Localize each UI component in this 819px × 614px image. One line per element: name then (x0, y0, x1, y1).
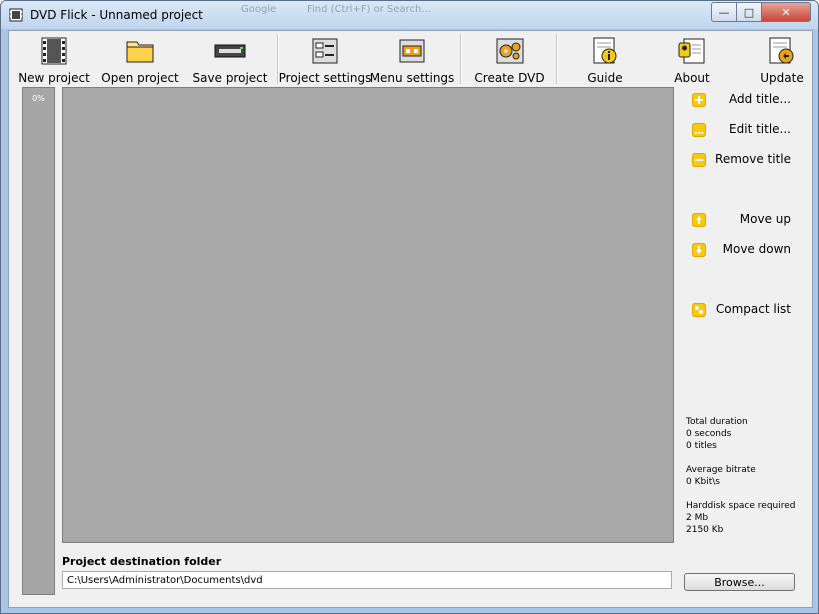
total-duration-label: Total duration (686, 417, 748, 427)
edit-title-button[interactable]: Edit title... (686, 120, 791, 140)
menu-icon (399, 39, 425, 63)
toolbar-separator (460, 34, 462, 84)
save-icon (214, 44, 246, 58)
compact-list-icon (692, 303, 706, 317)
folder-icon (126, 41, 154, 63)
ghost-taskbar-item: Find (Ctrl+F) or Search... (307, 4, 431, 15)
window-title: DVD Flick - Unnamed project (30, 8, 203, 22)
toolbar: New project Open project Save project Pr… (9, 31, 812, 86)
create-dvd-button[interactable]: Create DVD (472, 31, 547, 86)
average-bitrate-value: 0 Kbit\s (686, 477, 720, 487)
minimize-icon: — (718, 5, 730, 19)
menu-settings-button[interactable]: Menu settings (369, 31, 455, 86)
about-icon (678, 38, 705, 64)
arrow-down-icon (692, 243, 706, 257)
add-title-button[interactable]: Add title... (686, 90, 791, 110)
browse-button[interactable]: Browse... (684, 573, 795, 591)
disk-space-label: Harddisk space required (686, 501, 796, 511)
create-dvd-label: Create DVD (474, 71, 545, 85)
application-window: DVD Flick - Unnamed project Google Find … (0, 0, 819, 614)
save-project-label: Save project (192, 71, 268, 85)
maximize-icon: □ (743, 5, 755, 19)
menu-settings-label: Menu settings (369, 71, 455, 85)
gears-icon (496, 38, 523, 64)
move-down-label: Move down (722, 242, 791, 256)
stats-duration: Total duration 0 seconds 0 titles (686, 416, 748, 452)
new-project-label: New project (18, 71, 90, 85)
edit-title-label: Edit title... (729, 122, 791, 136)
save-project-button[interactable]: Save project (192, 31, 268, 86)
compact-list-button[interactable]: Compact list (686, 300, 791, 320)
maximize-button[interactable]: □ (736, 2, 762, 22)
guide-button[interactable]: Guide (574, 31, 636, 86)
destination-folder-input[interactable] (62, 571, 672, 589)
film-icon (41, 37, 67, 65)
titles-count: 0 titles (686, 441, 717, 451)
toolbar-separator (556, 34, 558, 84)
destination-folder-label: Project destination folder (62, 555, 222, 568)
about-label: About (674, 71, 710, 85)
remove-title-button[interactable]: Remove title (686, 150, 791, 170)
ghost-taskbar-item: Google (241, 4, 277, 15)
move-up-button[interactable]: Move up (686, 210, 791, 230)
open-project-label: Open project (101, 71, 179, 85)
update-button[interactable]: Update (751, 31, 813, 86)
remove-title-label: Remove title (715, 152, 791, 166)
settings-icon (312, 38, 338, 64)
move-down-button[interactable]: Move down (686, 240, 791, 260)
progress-bar: 0% (22, 87, 55, 595)
new-project-button[interactable]: New project (18, 31, 90, 86)
arrow-up-icon (692, 213, 706, 227)
project-settings-label: Project settings (278, 71, 372, 85)
disk-space-kb: 2150 Kb (686, 525, 724, 535)
stats-bitrate: Average bitrate 0 Kbit\s (686, 464, 756, 488)
project-settings-button[interactable]: Project settings (278, 31, 372, 86)
guide-label: Guide (587, 71, 623, 85)
main-client-area: New project Open project Save project Pr… (8, 30, 813, 608)
stats-disk-space: Harddisk space required 2 Mb 2150 Kb (686, 500, 796, 536)
about-button[interactable]: About (661, 31, 723, 86)
close-button[interactable]: ✕ (761, 2, 811, 22)
minus-icon (692, 153, 706, 167)
disk-space-mb: 2 Mb (686, 513, 709, 523)
open-project-button[interactable]: Open project (101, 31, 179, 86)
total-duration-value: 0 seconds (686, 429, 732, 439)
app-icon (9, 8, 23, 22)
title-bar[interactable]: DVD Flick - Unnamed project Google Find … (1, 1, 818, 29)
plus-icon (692, 93, 706, 107)
update-label: Update (760, 71, 804, 85)
progress-label: 0% (32, 94, 45, 103)
minimize-button[interactable]: — (711, 2, 737, 22)
move-up-label: Move up (739, 212, 791, 226)
add-title-label: Add title... (729, 92, 791, 106)
ellipsis-icon (692, 123, 706, 137)
title-list[interactable] (62, 87, 674, 543)
close-icon: ✕ (781, 5, 791, 19)
average-bitrate-label: Average bitrate (686, 465, 756, 475)
info-icon (593, 37, 617, 64)
compact-list-label: Compact list (715, 302, 791, 316)
update-icon (769, 37, 794, 64)
